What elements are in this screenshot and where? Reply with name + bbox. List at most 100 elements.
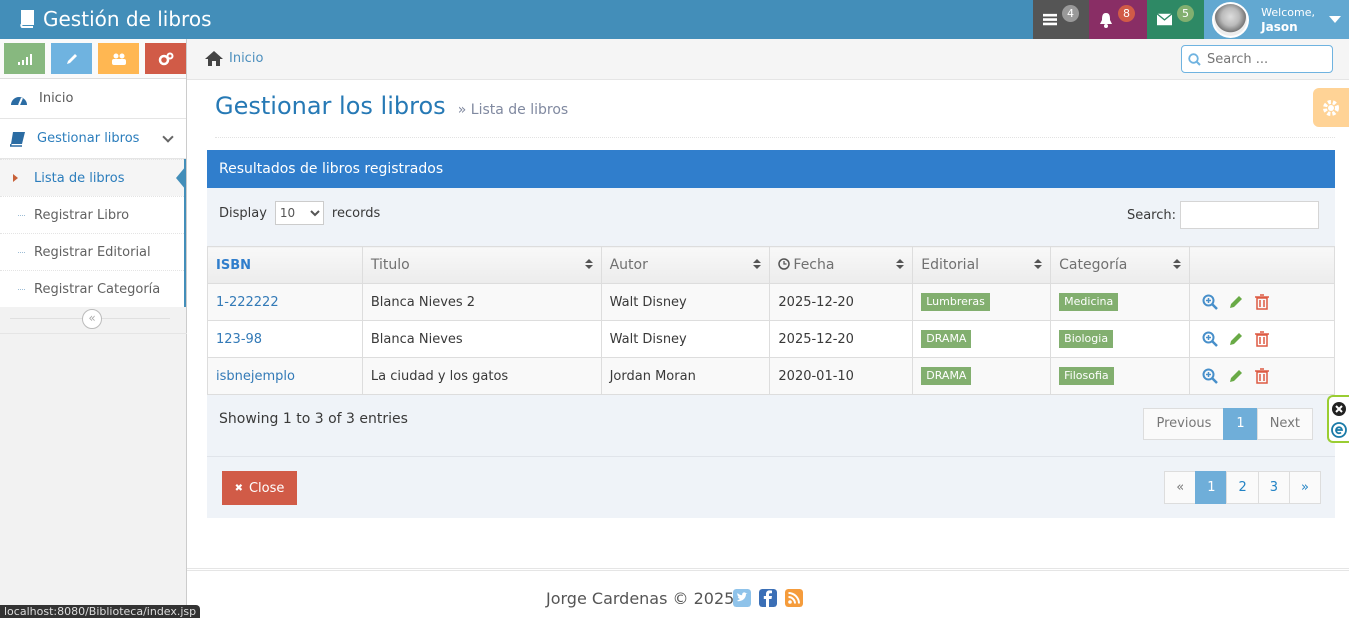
zoom-in-icon[interactable] <box>1202 331 1218 347</box>
welcome-text: Welcome, Jason <box>1261 6 1315 34</box>
tasks-badge: 4 <box>1062 5 1079 22</box>
book-icon <box>10 131 25 147</box>
page-title: Gestionar los libros <box>215 92 446 120</box>
dashboard-icon <box>11 96 27 105</box>
table-search-label: Search: <box>1126 207 1176 223</box>
row-actions <box>1198 294 1334 310</box>
table-row: isbnejemplo La ciudad y los gatos Jordan… <box>207 357 1335 395</box>
column-header-editorial[interactable]: Editorial <box>912 246 1052 284</box>
submenu-item-lista-libros[interactable]: Lista de libros <box>0 159 186 196</box>
trash-icon[interactable] <box>1254 368 1270 384</box>
sidebar-item-inicio[interactable]: Inicio <box>0 79 186 119</box>
records-per-page-select[interactable]: 10 <box>274 201 324 225</box>
last-page-button[interactable]: » <box>1289 471 1321 504</box>
column-header-autor[interactable]: Autor <box>600 246 771 284</box>
page-button-3[interactable]: 3 <box>1257 471 1291 504</box>
sidebar-item-gestionar-libros[interactable]: Gestionar libros <box>0 119 186 159</box>
shortcut-settings-button[interactable] <box>145 43 186 74</box>
breadcrumb-home-link[interactable]: Inicio <box>229 51 263 66</box>
tasks-icon <box>1043 13 1057 25</box>
messages-button[interactable]: 5 <box>1147 0 1204 39</box>
column-header-label: Categoría <box>1059 257 1128 273</box>
isbn-link[interactable]: isbnejemplo <box>207 357 363 395</box>
page-button-1[interactable]: 1 <box>1195 471 1228 504</box>
shortcut-edit-button[interactable] <box>51 43 92 74</box>
shortcut-users-button[interactable] <box>98 43 139 74</box>
cell-categoria: Biologia <box>1050 320 1191 358</box>
breadcrumb: Inicio <box>205 51 263 66</box>
next-page-button[interactable]: Next <box>1256 408 1313 440</box>
categoria-tag: Medicina <box>1059 293 1119 311</box>
column-header-isbn[interactable]: ISBN <box>207 246 363 284</box>
table-search-input[interactable] <box>1180 201 1319 229</box>
column-header-titulo[interactable]: Titulo <box>361 246 602 284</box>
trash-icon[interactable] <box>1254 294 1270 310</box>
submenu-item-label: Registrar Libro <box>34 207 130 223</box>
books-widget: Resultados de libros registrados Display… <box>207 150 1335 518</box>
search-input[interactable] <box>1207 51 1327 67</box>
first-page-button[interactable]: « <box>1164 471 1197 504</box>
page-button-2[interactable]: 2 <box>1226 471 1259 504</box>
notifications-button[interactable]: 8 <box>1089 0 1147 39</box>
previous-page-button[interactable]: Previous <box>1143 408 1225 440</box>
display-length: Display 10 records <box>219 201 380 225</box>
user-menu[interactable]: Welcome, Jason <box>1204 0 1349 39</box>
cell-actions <box>1189 283 1335 321</box>
cell-editorial: DRAMA <box>912 320 1052 358</box>
categoria-tag: Filosofia <box>1059 367 1114 385</box>
zoom-in-icon[interactable] <box>1202 294 1218 310</box>
trash-icon[interactable] <box>1254 331 1270 347</box>
submenu-item-label: Lista de libros <box>34 170 125 186</box>
column-header-actions <box>1189 246 1335 284</box>
editorial-tag: DRAMA <box>921 367 972 385</box>
sidebar-item-label: Gestionar libros <box>37 131 140 146</box>
nav-search[interactable] <box>1181 45 1333 73</box>
page-header: Gestionar los libros » Lista de libros <box>215 92 1335 138</box>
extension-tab[interactable] <box>1327 395 1349 443</box>
close-button-label: Close <box>248 480 285 496</box>
table-row: 123-98 Blanca Nieves Walt Disney 2025-12… <box>207 320 1335 358</box>
cell-actions <box>1189 320 1335 358</box>
brand[interactable]: Gestión de libros <box>18 4 212 34</box>
column-header-categoria[interactable]: Categoría <box>1050 246 1191 284</box>
active-arrow <box>176 166 186 190</box>
isbn-link[interactable]: 1-222222 <box>207 283 363 321</box>
facebook-icon[interactable] <box>759 589 777 607</box>
close-button[interactable]: ✖ Close <box>222 471 297 505</box>
pencil-icon[interactable] <box>1228 368 1244 384</box>
pencil-icon[interactable] <box>1228 294 1244 310</box>
pencil-icon[interactable] <box>1228 331 1244 347</box>
sidebar: Inicio Gestionar libros Lista de libros … <box>0 39 187 618</box>
table-toolbar: Display 10 records Search: <box>207 188 1335 246</box>
book-icon <box>20 10 34 28</box>
submenu-item-registrar-libro[interactable]: Registrar Libro <box>0 196 184 233</box>
page-button-current[interactable]: 1 <box>1223 408 1258 440</box>
row-actions <box>1198 368 1334 384</box>
cell-categoria: Filosofia <box>1050 357 1191 395</box>
twitter-icon[interactable] <box>733 589 751 607</box>
sort-icon <box>896 259 905 270</box>
entries-info: Showing 1 to 3 of 3 entries <box>219 411 408 427</box>
tasks-button[interactable]: 4 <box>1033 0 1089 39</box>
isbn-link[interactable]: 123-98 <box>207 320 363 358</box>
cell-titulo: Blanca Nieves <box>361 320 602 358</box>
submenu-item-registrar-categoria[interactable]: Registrar Categoría <box>0 270 184 307</box>
top-navbar: Gestión de libros 4 8 5 Welcome, Jason <box>0 0 1349 39</box>
shortcut-stats-button[interactable] <box>4 43 45 74</box>
column-header-label: ISBN <box>216 257 251 273</box>
submenu-item-registrar-editorial[interactable]: Registrar Editorial <box>0 233 184 270</box>
sort-icon <box>584 259 593 270</box>
close-circle-icon[interactable] <box>1331 401 1347 417</box>
cell-actions <box>1189 357 1335 395</box>
table-search: Search: <box>1127 201 1319 229</box>
sidebar-collapse-button[interactable]: « <box>82 309 102 329</box>
cell-fecha: 2025-12-20 <box>769 320 914 358</box>
column-header-label: Fecha <box>793 257 835 273</box>
navbar-tabs: 4 8 5 Welcome, Jason <box>1033 0 1349 39</box>
rss-icon[interactable] <box>785 589 803 607</box>
table-info-row: Showing 1 to 3 of 3 entries Previous 1 N… <box>207 395 1335 457</box>
column-header-fecha[interactable]: Fecha <box>769 246 914 284</box>
user-name: Jason <box>1261 19 1298 34</box>
zoom-in-icon[interactable] <box>1202 368 1218 384</box>
settings-toggle[interactable] <box>1313 88 1349 127</box>
